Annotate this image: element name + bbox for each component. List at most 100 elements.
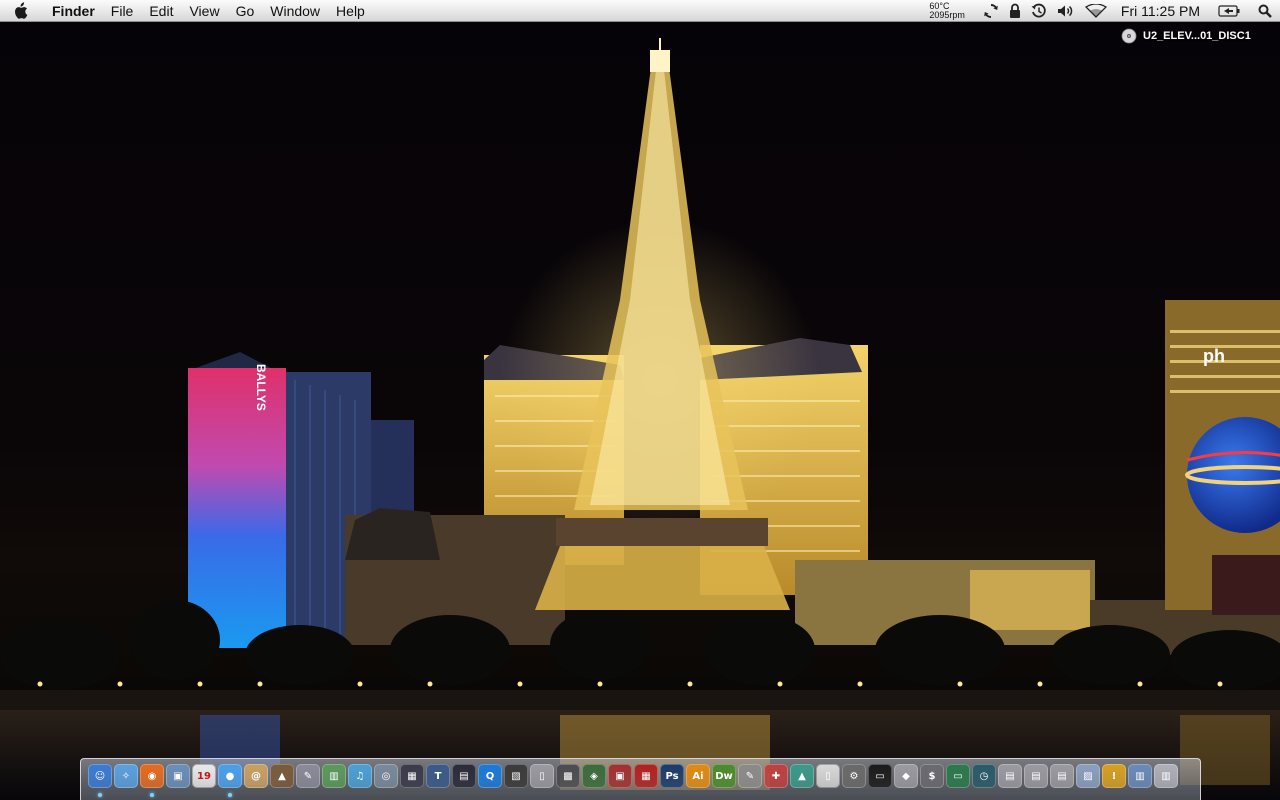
running-indicator: [98, 793, 102, 797]
photoshop-icon: Ps: [660, 764, 684, 788]
dock-item-screen-sharing[interactable]: ▭: [946, 764, 970, 794]
automator-icon: ▲: [790, 764, 814, 788]
dock-item-itunes[interactable]: ♫: [348, 764, 372, 794]
dock-item-drive-1[interactable]: ▤: [998, 764, 1022, 794]
safari-icon: ✧: [114, 764, 138, 788]
desktop-disc-item[interactable]: U2_ELEV...01_DISC1: [1121, 28, 1251, 44]
keynote-icon: ▲: [270, 764, 294, 788]
console-icon: $: [920, 764, 944, 788]
menubar-clock[interactable]: Fri 11:25 PM: [1121, 3, 1200, 19]
dock-item-pictures-folder[interactable]: ▨: [1076, 764, 1100, 794]
spotlight-icon[interactable]: [1258, 0, 1272, 22]
ballys-sign: BALLYS: [254, 364, 268, 411]
dock-item-installer[interactable]: ◆: [894, 764, 918, 794]
textwrangler-icon: ▯: [816, 764, 840, 788]
menu-view[interactable]: View: [181, 0, 227, 22]
quicktime-icon: Q: [478, 764, 502, 788]
firefox-icon: ◉: [140, 764, 164, 788]
dock-item-ipod-utility[interactable]: ▯: [530, 764, 554, 794]
drive-2-icon: ▤: [1024, 764, 1048, 788]
dock-item-ichat[interactable]: ●: [218, 764, 242, 797]
menu-help[interactable]: Help: [328, 0, 373, 22]
dock-item-iphoto[interactable]: ◈: [582, 764, 606, 794]
dock-item-finder[interactable]: ☺: [88, 764, 112, 797]
dock-item-terminal[interactable]: ▭: [868, 764, 892, 794]
time-machine-icon[interactable]: [1031, 0, 1047, 22]
dock-item-automator[interactable]: ▲: [790, 764, 814, 794]
dock-item-dvd-player[interactable]: ◎: [374, 764, 398, 794]
menu-edit[interactable]: Edit: [141, 0, 181, 22]
final-cut-icon: ▤: [452, 764, 476, 788]
disc-label: U2_ELEV...01_DISC1: [1143, 30, 1251, 42]
volume-icon[interactable]: [1057, 0, 1075, 22]
dock-item-documents-folder[interactable]: ▥: [1128, 764, 1152, 794]
menu-window[interactable]: Window: [262, 0, 328, 22]
dock-item-system-preferences[interactable]: ⚙: [842, 764, 866, 794]
running-indicator: [228, 793, 232, 797]
dock-item-imovie[interactable]: ▦: [400, 764, 424, 794]
pictures-folder-icon: ▨: [1076, 764, 1100, 788]
imovie-icon: ▦: [400, 764, 424, 788]
dock-item-final-cut[interactable]: ▤: [452, 764, 476, 794]
menu-bar: Finder File Edit View Go Window Help 60°…: [0, 0, 1280, 22]
dock-item-safari[interactable]: ✧: [114, 764, 138, 794]
drive-1-icon: ▤: [998, 764, 1022, 788]
disc-icon: [1121, 28, 1137, 44]
front-row-icon: ▦: [634, 764, 658, 788]
dock-item-trash[interactable]: ▥: [1154, 764, 1178, 794]
battery-icon[interactable]: [1218, 0, 1240, 22]
ipod-utility-icon: ▯: [530, 764, 554, 788]
dock-item-firefox[interactable]: ◉: [140, 764, 164, 797]
dvd-player-icon: ◎: [374, 764, 398, 788]
app-menu-finder[interactable]: Finder: [40, 0, 103, 22]
dock-item-front-row[interactable]: ▦: [634, 764, 658, 794]
dock-item-drive-2[interactable]: ▤: [1024, 764, 1048, 794]
desktop-wallpaper: BALLYS ph: [0, 0, 1280, 800]
lock-icon[interactable]: [1009, 0, 1021, 22]
menu-go[interactable]: Go: [228, 0, 263, 22]
film-strip-icon: ▩: [556, 764, 580, 788]
dock-item-ical[interactable]: 19: [192, 764, 216, 794]
drive-3-icon: ▤: [1050, 764, 1074, 788]
dock-item-film-strip[interactable]: ▩: [556, 764, 580, 794]
clapper-icon: ▧: [504, 764, 528, 788]
script-editor-icon: ✎: [296, 764, 320, 788]
dock-item-textedit[interactable]: T: [426, 764, 450, 794]
dock-item-time-machine[interactable]: ◷: [972, 764, 996, 794]
dock-item-syncrify[interactable]: ✚: [764, 764, 788, 794]
dock-item-textwrangler[interactable]: ▯: [816, 764, 840, 794]
dock-item-dreamweaver[interactable]: Dw: [712, 764, 736, 794]
terminal-icon: ▭: [868, 764, 892, 788]
dock-item-keynote[interactable]: ▲: [270, 764, 294, 794]
dock-item-photoshop[interactable]: Ps: [660, 764, 684, 794]
temperature-monitor[interactable]: 60°C 2095rpm: [929, 1, 965, 20]
dock-item-console[interactable]: $: [920, 764, 944, 794]
warning-folder-icon: !: [1102, 764, 1126, 788]
image-capture-icon: ✎: [738, 764, 762, 788]
address-book-icon: @: [244, 764, 268, 788]
syncrify-icon: ✚: [764, 764, 788, 788]
wifi-icon[interactable]: [1084, 0, 1107, 22]
dock-item-drive-3[interactable]: ▤: [1050, 764, 1074, 794]
dock-item-image-capture[interactable]: ✎: [738, 764, 762, 794]
dock-item-warning-folder[interactable]: !: [1102, 764, 1126, 794]
dock-item-quicktime[interactable]: Q: [478, 764, 502, 794]
dock: ☺ ✧ ◉ ▣ 19 ● @ ▲ ✎ ▥ ♫ ◎ ▦ T ▤ Q ▧ ▯ ▩ ◈ ▣ ▦ Ps Ai Dw ✎ ✚ ▲ ▯ ⚙ ▭ ◆ $ ▭ ◷ ▤…: [80, 758, 1201, 800]
dock-item-address-book[interactable]: @: [244, 764, 268, 794]
dreamweaver-icon: Dw: [712, 764, 736, 788]
dock-item-script-editor[interactable]: ✎: [296, 764, 320, 794]
dock-item-activity-monitor[interactable]: ▥: [322, 764, 346, 794]
dock-item-preview[interactable]: ▣: [166, 764, 190, 794]
dock-item-photo-booth[interactable]: ▣: [608, 764, 632, 794]
dock-items: ☺ ✧ ◉ ▣ 19 ● @ ▲ ✎ ▥ ♫ ◎ ▦ T ▤ Q ▧ ▯ ▩ ◈ ▣ ▦ Ps Ai Dw ✎ ✚ ▲ ▯ ⚙ ▭ ◆ $ ▭ ◷ ▤…: [88, 764, 1178, 797]
dock-item-clapper[interactable]: ▧: [504, 764, 528, 794]
preview-icon: ▣: [166, 764, 190, 788]
apple-menu-icon[interactable]: [0, 0, 40, 22]
trash-icon: ▥: [1154, 764, 1178, 788]
menu-file[interactable]: File: [103, 0, 142, 22]
dock-item-illustrator[interactable]: Ai: [686, 764, 710, 794]
sync-icon[interactable]: [983, 0, 999, 22]
running-indicator: [150, 793, 154, 797]
photo-booth-icon: ▣: [608, 764, 632, 788]
ph-sign: ph: [1203, 346, 1225, 366]
